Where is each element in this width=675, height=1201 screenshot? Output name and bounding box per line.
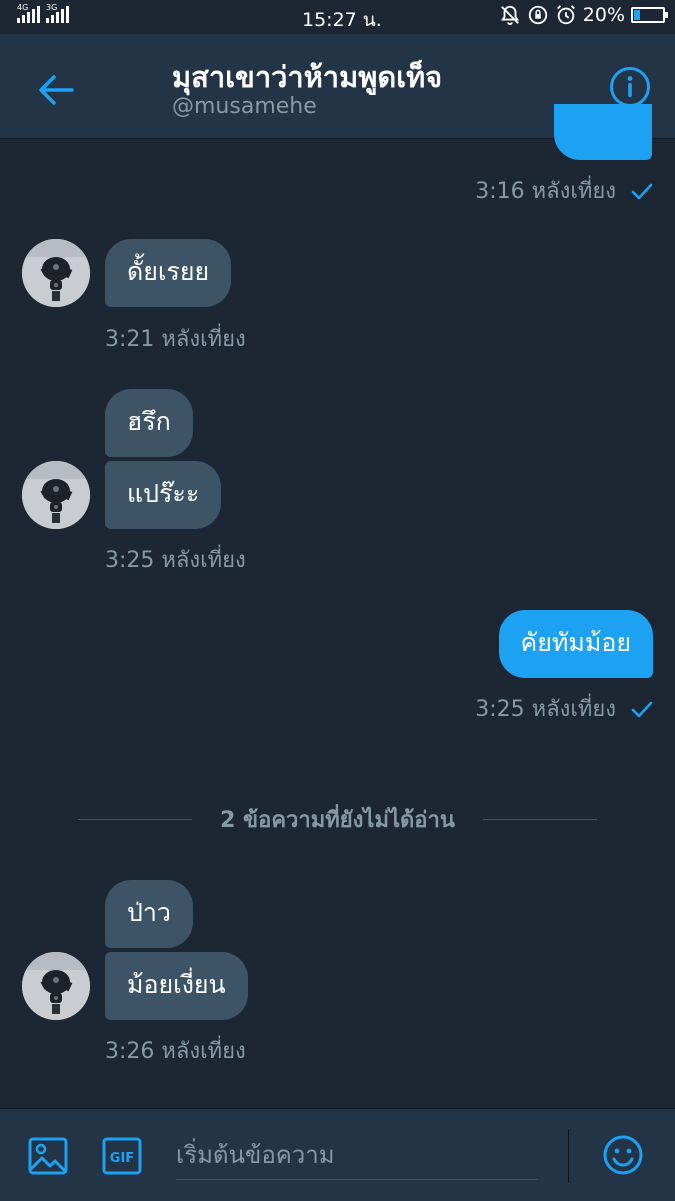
sent-message-bubble[interactable] — [554, 104, 652, 160]
rotation-lock-icon — [528, 5, 547, 25]
message-text: ม้อยเงี่ยน — [127, 970, 226, 999]
sent-message-bubble[interactable]: คัยทัมม้อย — [498, 610, 653, 678]
network-label-1: 4G — [17, 3, 29, 12]
message-timestamp: 3:25 หลังเที่ยง — [475, 691, 653, 726]
battery-percent: 20% — [582, 4, 625, 26]
message-input[interactable] — [176, 1131, 538, 1180]
composer-separator — [568, 1129, 569, 1183]
received-message-bubble[interactable]: แปร๊ะะ — [105, 461, 222, 529]
status-time: 15:27 น. — [302, 9, 382, 31]
signal-4g-icon: 4G — [17, 3, 40, 23]
back-arrow-icon[interactable] — [34, 68, 78, 112]
unread-label: 2 ข้อความที่ยังไม่ได้อ่าน — [220, 807, 455, 833]
conversation-handle: @musamehe — [172, 94, 317, 119]
message-text: ดั้ยเรยย — [127, 257, 210, 286]
sent-check-icon — [631, 701, 653, 718]
divider-line — [482, 818, 597, 820]
message-timestamp: 3:21 หลังเที่ยง — [105, 327, 246, 352]
message-text: แปร๊ะะ — [127, 479, 200, 508]
emoji-icon[interactable] — [602, 1134, 644, 1176]
sent-check-icon — [631, 183, 653, 200]
avatar[interactable] — [22, 239, 90, 307]
avatar-image — [22, 461, 90, 529]
gif-label: GIF — [110, 1151, 134, 1166]
status-icons: 20% — [499, 4, 668, 26]
unread-divider: 2 ข้อความที่ยังไม่ได้อ่าน — [0, 806, 675, 833]
avatar-image — [22, 952, 90, 1020]
status-bar: 4G 3G 15:27 น. 20% — [0, 0, 675, 34]
network-label-2: 3G — [46, 3, 58, 12]
avatar-image — [22, 239, 90, 307]
message-timestamp: 3:25 หลังเที่ยง — [105, 548, 246, 573]
message-text: ป่าว — [127, 898, 171, 927]
divider-line — [78, 818, 193, 820]
received-message-bubble[interactable]: ฮรึก — [105, 389, 193, 457]
alarm-icon — [556, 5, 575, 25]
message-text: คัยทัมม้อย — [520, 628, 631, 657]
message-timestamp: 3:26 หลังเที่ยง — [105, 1039, 246, 1064]
mute-bell-icon — [500, 5, 519, 26]
signal-3g-icon: 3G — [46, 3, 69, 23]
received-message-bubble[interactable]: ป่าว — [105, 880, 193, 948]
info-icon[interactable] — [609, 66, 651, 108]
gif-icon[interactable]: GIF — [102, 1136, 142, 1176]
avatar[interactable] — [22, 461, 90, 529]
received-message-bubble[interactable]: ดั้ยเรยย — [105, 239, 232, 307]
battery-icon — [631, 7, 668, 23]
received-message-bubble[interactable]: ม้อยเงี่ยน — [105, 952, 248, 1020]
message-composer: GIF — [0, 1108, 675, 1201]
avatar[interactable] — [22, 952, 90, 1020]
image-icon[interactable] — [28, 1136, 68, 1176]
message-text: ฮรึก — [127, 407, 171, 436]
message-timestamp: 3:16 หลังเที่ยง — [475, 173, 653, 208]
